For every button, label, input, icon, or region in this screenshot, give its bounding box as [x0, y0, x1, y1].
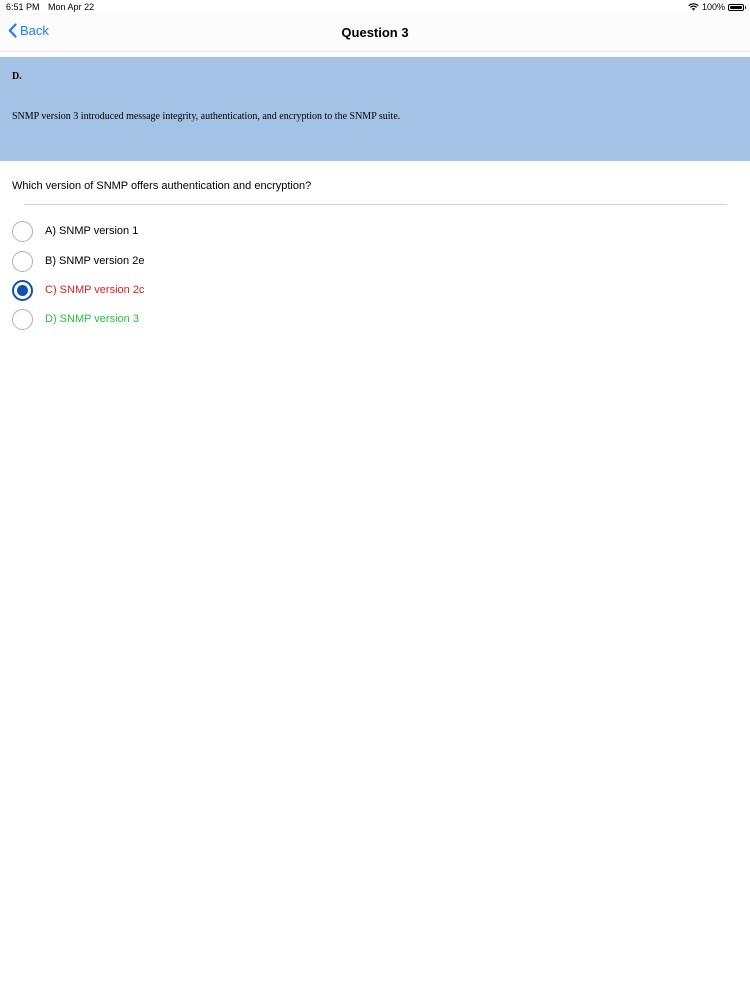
answer-explanation: SNMP version 3 introduced message integr…: [12, 111, 401, 122]
status-left: 6:51 PM Mon Apr 22: [6, 2, 100, 12]
answer-letter: D.: [12, 71, 22, 82]
status-time: 6:51 PM: [6, 2, 40, 12]
status-bar: 6:51 PM Mon Apr 22 100%: [0, 0, 750, 14]
battery-icon: [728, 3, 746, 11]
status-date: Mon Apr 22: [48, 2, 95, 12]
divider: [24, 204, 727, 205]
option-label: D) SNMP version 3: [45, 313, 139, 325]
page-title: Question 3: [341, 25, 409, 40]
option-label: B) SNMP version 2e: [45, 255, 145, 267]
navigation-bar: Back Question 3: [0, 14, 750, 52]
wifi-icon: [688, 3, 699, 11]
answer-panel: D. SNMP version 3 introduced message int…: [0, 57, 750, 161]
battery-percent: 100%: [701, 2, 725, 12]
radio-selected-icon[interactable]: [12, 279, 33, 301]
option-label: C) SNMP version 2c: [45, 284, 145, 296]
option-c[interactable]: C) SNMP version 2c: [12, 279, 144, 301]
option-d[interactable]: D) SNMP version 3: [12, 308, 139, 330]
radio-unselected-icon[interactable]: [12, 220, 33, 242]
option-a[interactable]: A) SNMP version 1: [12, 220, 138, 242]
question-text: Which version of SNMP offers authenticat…: [12, 180, 312, 192]
status-right: 100%: [688, 2, 746, 12]
radio-unselected-icon[interactable]: [12, 250, 33, 272]
option-b[interactable]: B) SNMP version 2e: [12, 250, 144, 272]
option-label: A) SNMP version 1: [45, 225, 139, 237]
radio-unselected-icon[interactable]: [12, 308, 33, 330]
